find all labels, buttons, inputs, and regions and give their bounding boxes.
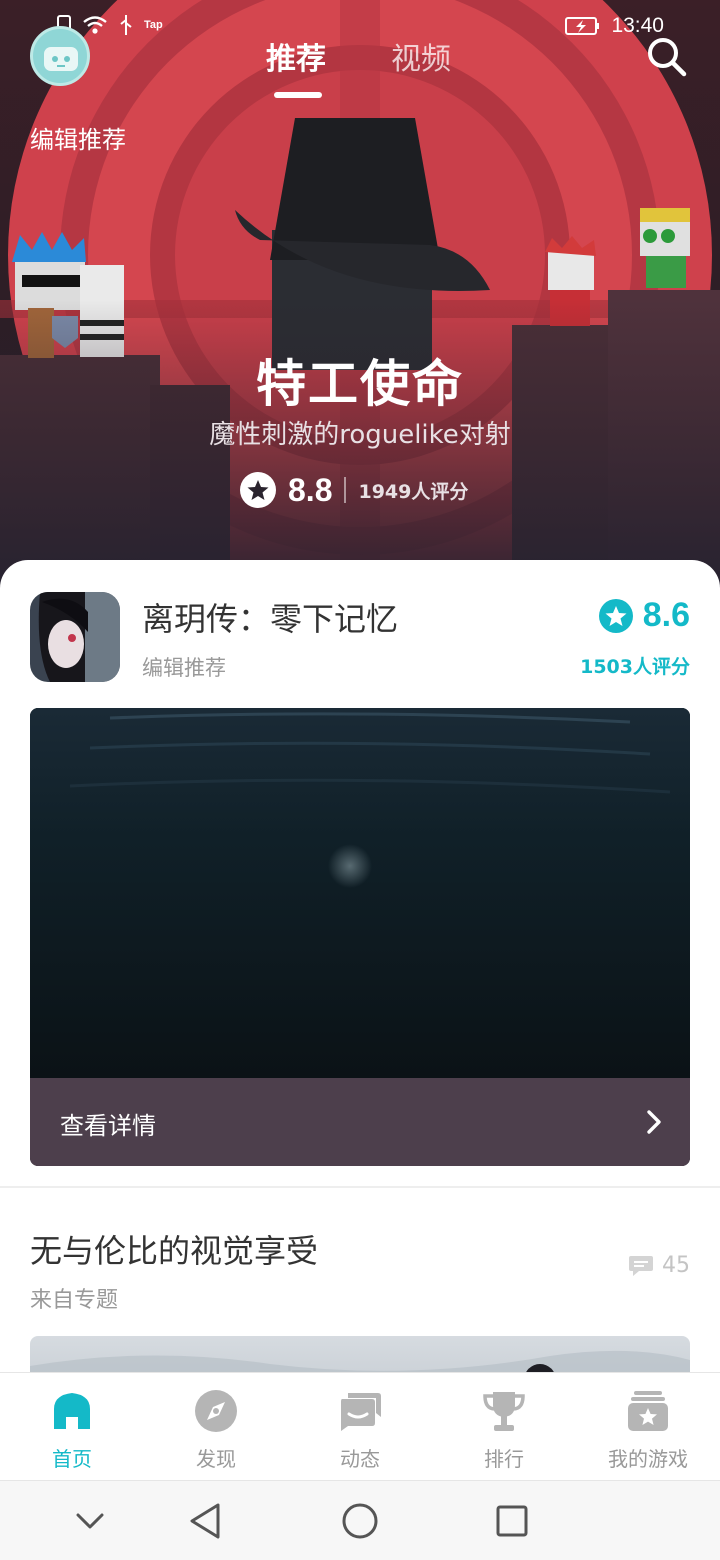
topic-image-art bbox=[30, 1350, 690, 1372]
nav-home-label: 首页 bbox=[52, 1447, 92, 1471]
nav-discover-label: 发现 bbox=[196, 1447, 236, 1471]
back-icon[interactable] bbox=[184, 1499, 228, 1543]
tab-video[interactable]: 视频 bbox=[391, 34, 451, 78]
hero-rating: 8.8 1949人评分 bbox=[240, 468, 468, 512]
recent-apps-icon[interactable] bbox=[490, 1499, 534, 1543]
nav-home[interactable]: 首页 bbox=[0, 1373, 144, 1481]
game-score: 8.6 bbox=[642, 596, 690, 634]
hero-score: 8.8 bbox=[288, 471, 333, 508]
nav-discover[interactable]: 发现 bbox=[144, 1373, 288, 1481]
collapse-chevron-icon[interactable] bbox=[68, 1499, 112, 1543]
nav-activity-label: 动态 bbox=[340, 1447, 380, 1471]
comment-icon bbox=[629, 1256, 653, 1276]
hero-title: 特工使命 bbox=[256, 355, 464, 413]
top-tabs: 推荐 视频 bbox=[0, 34, 720, 104]
home-icon bbox=[54, 1393, 90, 1429]
star-badge-icon bbox=[598, 598, 633, 633]
system-navigation-bar bbox=[0, 1480, 720, 1560]
rating-separator bbox=[344, 477, 347, 503]
topic-source: 来自专题 bbox=[30, 1288, 119, 1313]
game-icon[interactable] bbox=[30, 592, 120, 682]
tap-badge: Tap bbox=[144, 19, 163, 31]
game-box-icon bbox=[628, 1391, 668, 1431]
tab-recommend[interactable]: 推荐 bbox=[266, 34, 326, 78]
nav-ranking-label: 排行 bbox=[484, 1447, 524, 1471]
battery-icon bbox=[565, 17, 600, 35]
video-detail-label: 查看详情 bbox=[60, 1112, 156, 1140]
comment-count-value: 45 bbox=[662, 1252, 690, 1278]
topic-title[interactable]: 无与伦比的视觉享受 bbox=[30, 1226, 318, 1272]
nav-my-games[interactable]: 我的游戏 bbox=[576, 1373, 720, 1481]
nav-my-games-label: 我的游戏 bbox=[608, 1447, 688, 1471]
hero-tag: 编辑推荐 bbox=[30, 126, 126, 154]
feed-content[interactable]: 离玥传：零下记忆 编辑推荐 8.6 1503人评分 查看详情 无与伦比的视觉享受… bbox=[0, 560, 720, 1372]
nav-ranking[interactable]: 排行 bbox=[432, 1373, 576, 1481]
video-detail-bar[interactable]: 查看详情 bbox=[30, 1078, 690, 1166]
nav-activity[interactable]: 动态 bbox=[288, 1373, 432, 1481]
search-icon bbox=[648, 38, 687, 77]
comment-count[interactable]: 45 bbox=[628, 1252, 690, 1278]
topic-cover-image[interactable] bbox=[30, 1336, 690, 1372]
trophy-icon bbox=[483, 1392, 525, 1431]
chevron-right-icon bbox=[647, 1110, 661, 1134]
game-cover-image bbox=[30, 592, 120, 682]
hero-subtitle: 魔性刺激的roguelike对射 bbox=[209, 420, 511, 450]
game-tag: 编辑推荐 bbox=[142, 656, 226, 680]
section-divider bbox=[0, 1186, 720, 1188]
video-player[interactable]: 查看详情 bbox=[30, 708, 690, 1166]
game-rating-count: 1503人评分 bbox=[580, 656, 690, 678]
home-circle-icon[interactable] bbox=[338, 1499, 382, 1543]
hero-banner[interactable]: Tap 13:40 推荐 视频 编辑推荐 特工使命 魔性刺激的roguelike… bbox=[0, 0, 720, 600]
chat-bubbles-icon bbox=[341, 1393, 381, 1431]
star-badge-icon bbox=[240, 472, 276, 508]
bottom-navigation: 首页 发现 动态 排行 我的游戏 bbox=[0, 1372, 720, 1480]
compass-icon bbox=[195, 1390, 237, 1432]
wifi-icon bbox=[83, 16, 107, 34]
video-thumbnail bbox=[30, 708, 690, 1078]
usb-icon bbox=[120, 15, 132, 35]
game-title[interactable]: 离玥传：零下记忆 bbox=[142, 594, 398, 640]
hero-rating-count: 1949人评分 bbox=[358, 480, 469, 503]
game-rating: 8.6 bbox=[598, 596, 690, 635]
active-tab-indicator bbox=[274, 92, 322, 98]
search-button[interactable] bbox=[644, 34, 688, 78]
